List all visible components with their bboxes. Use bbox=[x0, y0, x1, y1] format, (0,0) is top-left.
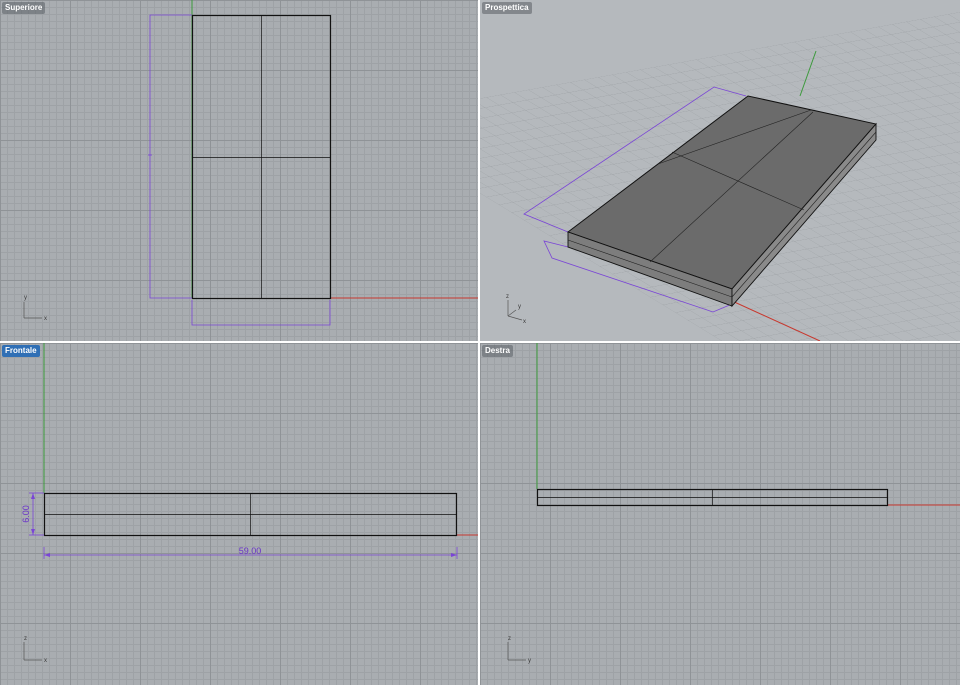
axis-gizmo: z y bbox=[507, 636, 531, 664]
axis-label-y: y bbox=[518, 304, 521, 310]
top-view-canvas[interactable]: y x bbox=[0, 0, 478, 341]
viewport-title-top[interactable]: Superiore bbox=[2, 2, 46, 14]
box-right-outline[interactable] bbox=[536, 488, 889, 507]
viewport-front[interactable]: 59.00 6.00 z x Frontale bbox=[0, 343, 478, 685]
vertical-dimension-line bbox=[149, 14, 192, 299]
top-dimension-lines bbox=[148, 14, 331, 326]
horizontal-dimension-line bbox=[191, 300, 331, 326]
axis-label-z: z bbox=[506, 294, 509, 300]
viewport-title-right[interactable]: Destra bbox=[482, 345, 513, 357]
perspective-view-canvas[interactable]: z y x bbox=[480, 0, 960, 341]
axis-label-x: x bbox=[523, 319, 526, 325]
dimension-label-width: 59.00 bbox=[239, 546, 262, 556]
viewport-perspective[interactable]: z y x Prospettica bbox=[480, 0, 960, 341]
axis-gizmo: z x bbox=[23, 636, 47, 664]
axis-label-x: x bbox=[44, 658, 47, 664]
box-top-outline[interactable] bbox=[191, 14, 332, 300]
axis-label-z: z bbox=[24, 636, 27, 642]
viewport-title-front[interactable]: Frontale bbox=[2, 345, 40, 357]
axis-label-y: y bbox=[528, 658, 531, 664]
viewport-right[interactable]: z y Destra bbox=[480, 343, 960, 685]
axis-label-x: x bbox=[44, 316, 47, 322]
viewport-title-perspective[interactable]: Prospettica bbox=[482, 2, 532, 14]
axis-label-z: z bbox=[508, 636, 511, 642]
dimension-label-height: 6.00 bbox=[21, 505, 31, 523]
axis-gizmo: y x bbox=[23, 295, 47, 322]
viewport-top[interactable]: y x Superiore bbox=[0, 0, 478, 341]
right-view-canvas[interactable]: z y bbox=[480, 343, 960, 685]
box-front-outline[interactable] bbox=[43, 492, 458, 537]
axis-label-y: y bbox=[24, 295, 27, 301]
front-view-canvas[interactable]: 59.00 6.00 z x bbox=[0, 343, 478, 685]
